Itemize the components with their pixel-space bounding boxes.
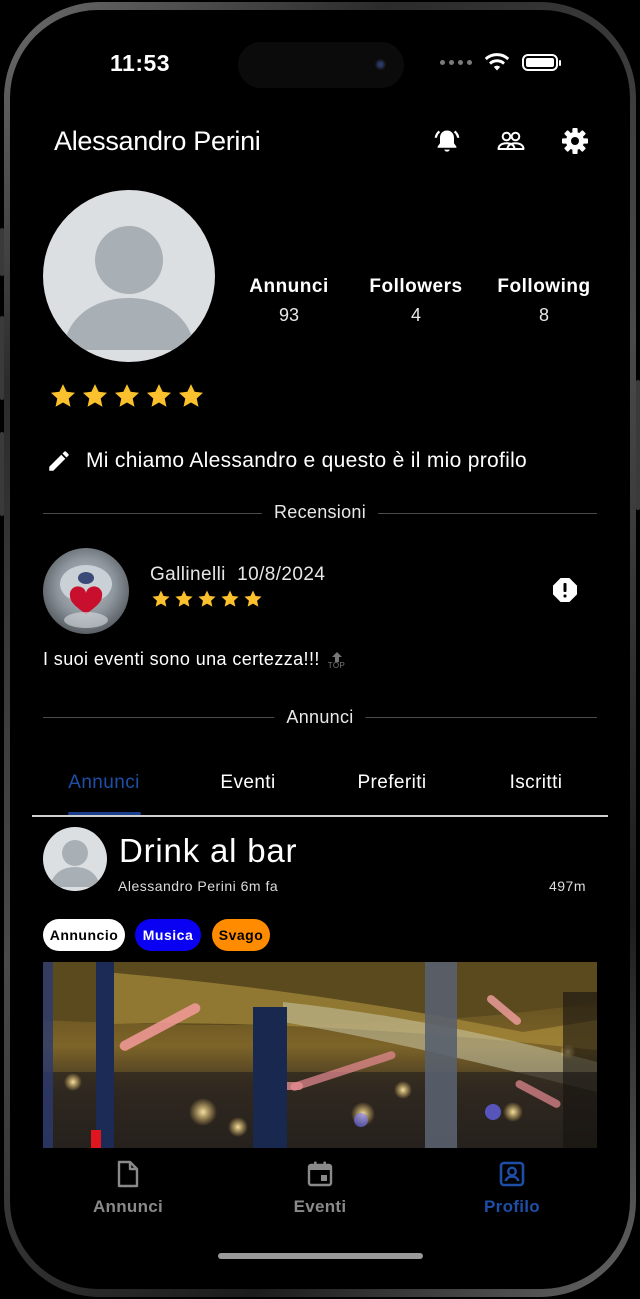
nav-label: Eventi (293, 1197, 347, 1216)
stat-value: 93 (278, 305, 300, 325)
star-icon (152, 590, 170, 607)
star-icon (175, 590, 193, 607)
notification-bell-icon[interactable] (432, 126, 462, 156)
stat-label: Annunci (249, 276, 329, 297)
profile-avatar[interactable] (43, 190, 215, 362)
calendar-icon (307, 1161, 333, 1187)
reviewer-avatar[interactable] (43, 548, 129, 634)
reviewer-avatar-image (60, 565, 112, 628)
home-indicator[interactable] (218, 1253, 423, 1259)
tab-eventi[interactable]: Eventi (220, 772, 275, 794)
battery-icon (522, 53, 561, 71)
profile-username: Alessandro Perini (54, 126, 261, 156)
report-alert-icon[interactable] (552, 577, 578, 603)
stat-label: Following (497, 276, 591, 297)
post-time: 6m fa (240, 878, 279, 894)
tag-musica[interactable]: Musica (135, 919, 201, 951)
document-icon (117, 1160, 139, 1188)
top-arrow-icon: TOP (328, 652, 346, 670)
settings-gear-icon[interactable] (560, 126, 590, 156)
profile-rating (49, 382, 205, 410)
stat-annunci[interactable]: Annunci 93 (234, 276, 344, 326)
tag-svago[interactable]: Svago (212, 919, 270, 951)
edit-pencil-icon[interactable] (46, 448, 72, 474)
post-author-avatar[interactable] (43, 827, 107, 891)
review-text: I suoi eventi sono una certezza!!! (43, 649, 320, 669)
action-button (0, 228, 4, 276)
post-author: Alessandro Perini (118, 878, 237, 894)
nav-eventi[interactable]: Eventi (260, 1160, 380, 1217)
top-icon-label: TOP (327, 661, 346, 670)
status-time: 11:53 (110, 50, 171, 76)
post-title[interactable]: Drink al bar (119, 832, 297, 870)
profile-icon (499, 1161, 525, 1187)
cellular-signal-icon (440, 59, 472, 65)
review-date: 10/8/2024 (237, 564, 326, 585)
star-icon (221, 590, 239, 607)
star-icon (244, 590, 262, 607)
review-text-row: I suoi eventi sono una certezza!!! TOP (43, 649, 345, 670)
default-user-icon (63, 226, 195, 350)
reviews-section-title: Recensioni (261, 502, 379, 523)
stat-value: 4 (410, 305, 421, 325)
volume-up-button (0, 316, 4, 400)
reviewer-info: Gallinelli 10/8/2024 (150, 564, 325, 586)
people-icon[interactable] (496, 126, 526, 156)
ads-section-title: Annunci (274, 707, 366, 728)
post-image[interactable] (43, 962, 597, 1148)
tag-annuncio[interactable]: Annuncio (43, 919, 125, 951)
stat-value: 8 (538, 305, 549, 325)
post-meta: Alessandro Perini 6m fa (118, 878, 278, 894)
nav-label: Profilo (484, 1197, 540, 1216)
status-icons (440, 52, 561, 72)
power-button (636, 380, 640, 510)
star-icon (50, 384, 76, 407)
nav-annunci[interactable]: Annunci (68, 1160, 188, 1217)
nav-label: Annunci (92, 1197, 164, 1216)
default-user-icon (50, 840, 100, 887)
star-icon (146, 384, 172, 407)
star-icon (198, 590, 216, 607)
wifi-icon (484, 53, 510, 71)
app-screen: 11:53 Alessandro Perini Annunci 93 Follo… (32, 28, 608, 1272)
nav-profilo[interactable]: Profilo (452, 1160, 572, 1217)
star-icon (114, 384, 140, 407)
bar-photo (43, 962, 597, 1148)
stat-following[interactable]: Following 8 (489, 276, 599, 326)
tab-iscritti[interactable]: Iscritti (510, 772, 563, 794)
tab-annunci[interactable]: Annunci (68, 772, 139, 794)
dynamic-island (238, 42, 404, 88)
star-icon (178, 384, 204, 407)
stat-followers[interactable]: Followers 4 (361, 276, 471, 326)
reviewer-name: Gallinelli (150, 564, 226, 585)
tab-preferiti[interactable]: Preferiti (357, 772, 426, 794)
bio-text: Mi chiamo Alessandro e questo è il mio p… (86, 449, 528, 472)
star-icon (82, 384, 108, 407)
review-rating (151, 589, 263, 609)
post-distance: 497m (548, 878, 586, 894)
tabs-underline (32, 815, 608, 817)
stat-label: Followers (369, 276, 463, 297)
profile-bio[interactable]: Mi chiamo Alessandro e questo è il mio p… (46, 448, 527, 474)
volume-down-button (0, 432, 4, 516)
